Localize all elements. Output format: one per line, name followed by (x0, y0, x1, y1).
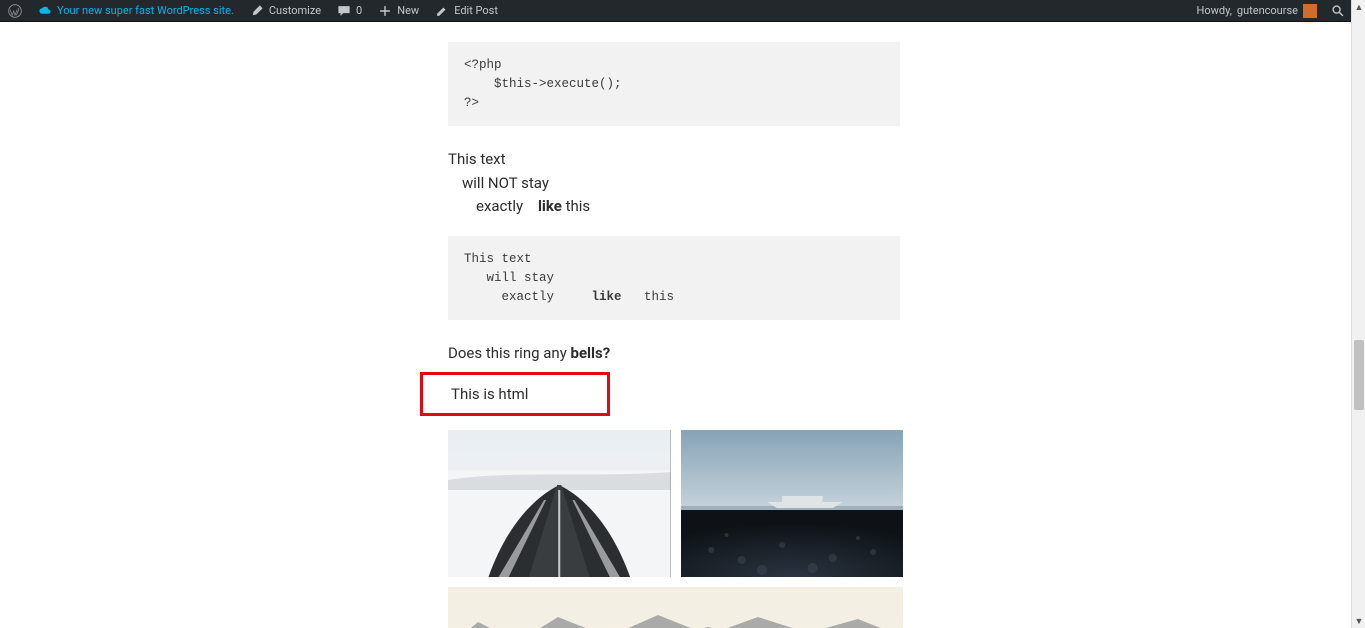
html-block-text: This is html (423, 385, 607, 403)
code-block-php: <?php $this->execute(); ?> (448, 42, 900, 126)
pencil-icon (435, 4, 449, 18)
gallery-image-2[interactable] (681, 430, 904, 577)
unpreserved-text: This text will NOT stay exactly like thi… (448, 148, 900, 218)
bells-paragraph: Does this ring any bells? (448, 344, 900, 362)
vertical-scrollbar[interactable]: ▲ ▼ (1351, 0, 1365, 628)
code-block-preformatted: This text will stay exactly like this (448, 236, 900, 320)
new-label: New (397, 4, 419, 17)
new-link[interactable]: New (370, 0, 427, 21)
para-line-3: exactly like this (448, 195, 900, 218)
comments-link[interactable]: 0 (329, 0, 370, 21)
image-gallery (448, 430, 903, 628)
post-content: List Item 2 <?php $this->execute(); ?> T… (0, 22, 1351, 628)
para-line-1: This text (448, 150, 506, 168)
customize-label: Customize (269, 4, 321, 17)
howdy-link[interactable]: Howdy, gutencourse (1189, 0, 1325, 21)
html-block-highlight: This is html (420, 372, 610, 416)
search-icon (1331, 4, 1345, 18)
username: gutencourse (1237, 4, 1298, 17)
comments-count: 0 (356, 4, 362, 17)
para-line-2: will NOT stay (448, 172, 900, 195)
scroll-thumb[interactable] (1354, 340, 1364, 410)
wordpress-icon (8, 4, 22, 18)
brush-icon (250, 4, 264, 18)
howdy-prefix: Howdy, (1197, 4, 1232, 17)
plus-icon (378, 4, 392, 18)
wp-logo[interactable] (0, 0, 30, 21)
edit-post-link[interactable]: Edit Post (427, 0, 506, 21)
wp-admin-bar: Your new super fast WordPress site. Cust… (0, 0, 1351, 22)
scroll-up-arrow[interactable]: ▲ (1352, 0, 1365, 14)
gallery-image-1[interactable] (448, 430, 671, 577)
comment-icon (337, 4, 351, 18)
scroll-down-arrow[interactable]: ▼ (1352, 614, 1365, 628)
list-item: List Item 2 (488, 22, 900, 24)
search-toggle[interactable] (1325, 0, 1351, 21)
cloud-icon (38, 4, 52, 18)
site-title-text: Your new super fast WordPress site. (57, 4, 234, 17)
gallery-image-3[interactable] (448, 587, 903, 628)
avatar (1303, 4, 1317, 18)
edit-label: Edit Post (454, 4, 498, 17)
site-title-link[interactable]: Your new super fast WordPress site. (30, 0, 242, 21)
ordered-list: List Item 2 (448, 22, 900, 24)
customize-link[interactable]: Customize (242, 0, 329, 21)
page-viewport: List Item 2 <?php $this->execute(); ?> T… (0, 22, 1351, 628)
